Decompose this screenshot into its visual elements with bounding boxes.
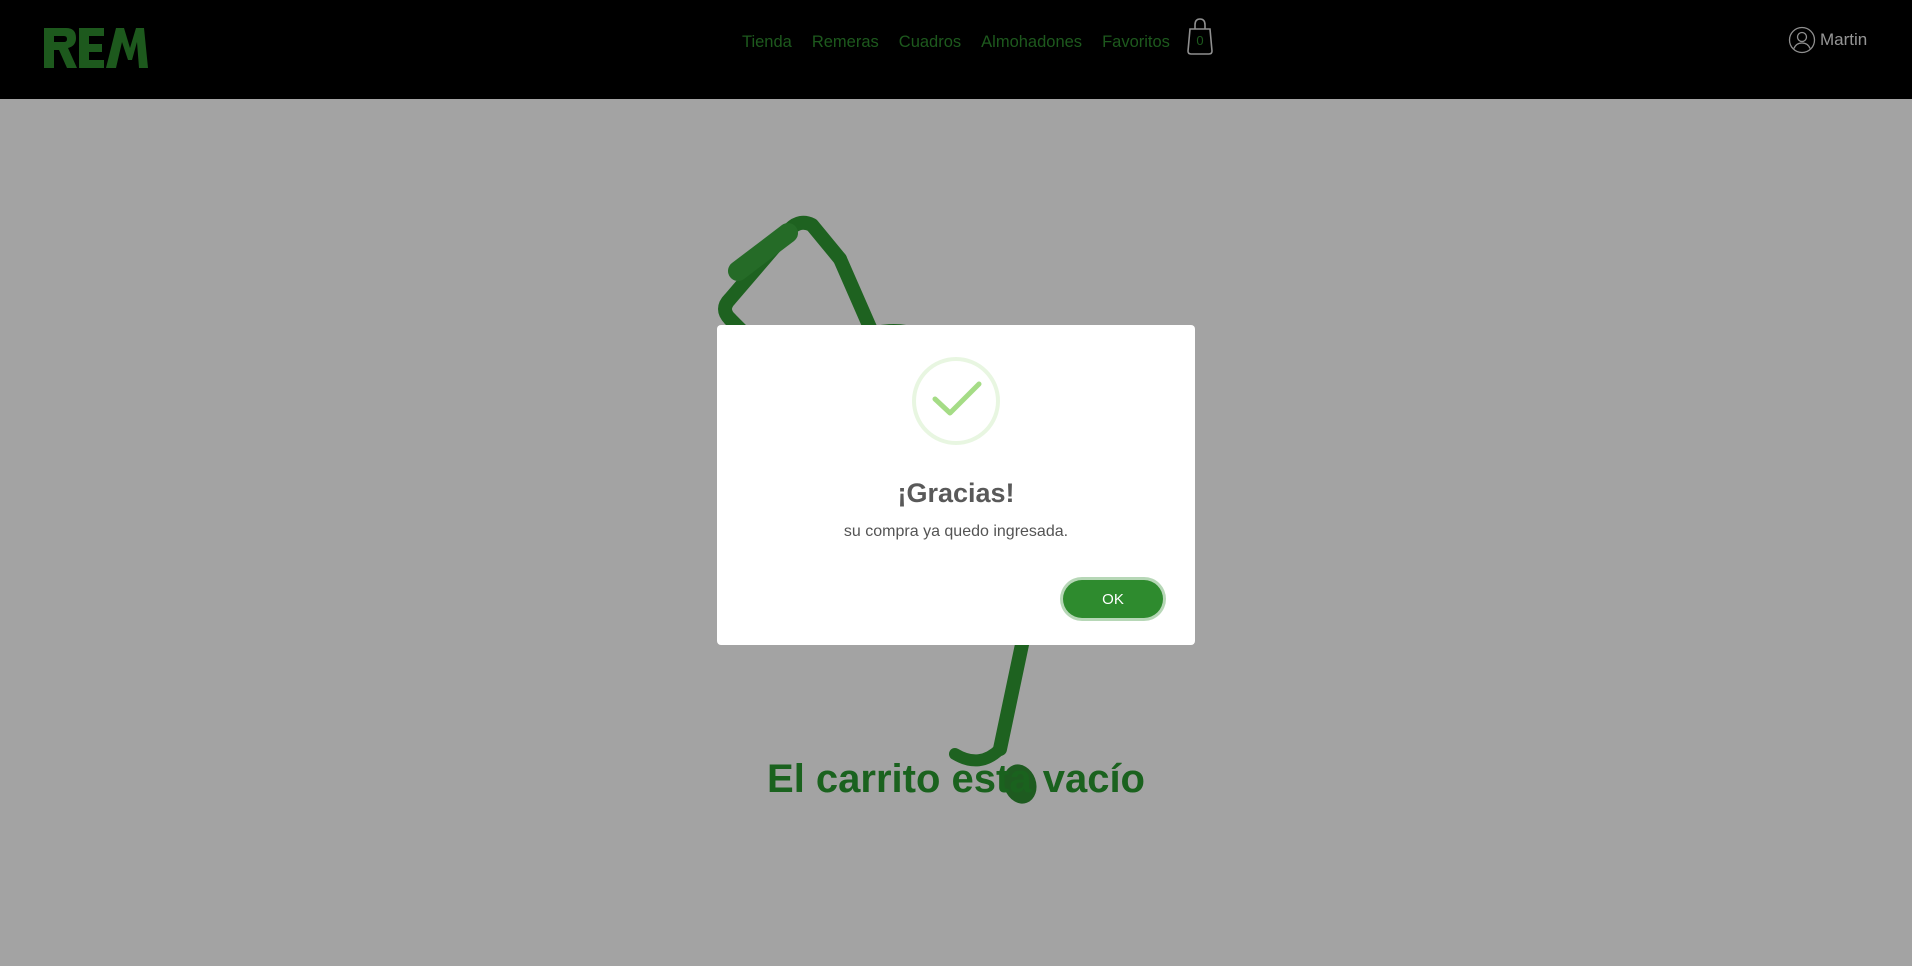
success-dialog: ¡Gracias! su compra ya quedo ingresada. … — [717, 325, 1195, 645]
ok-button[interactable]: OK — [1063, 580, 1163, 618]
dialog-message: su compra ya quedo ingresada. — [843, 523, 1069, 540]
dialog-title: ¡Gracias! — [897, 478, 1015, 508]
success-check-icon — [912, 357, 1000, 445]
